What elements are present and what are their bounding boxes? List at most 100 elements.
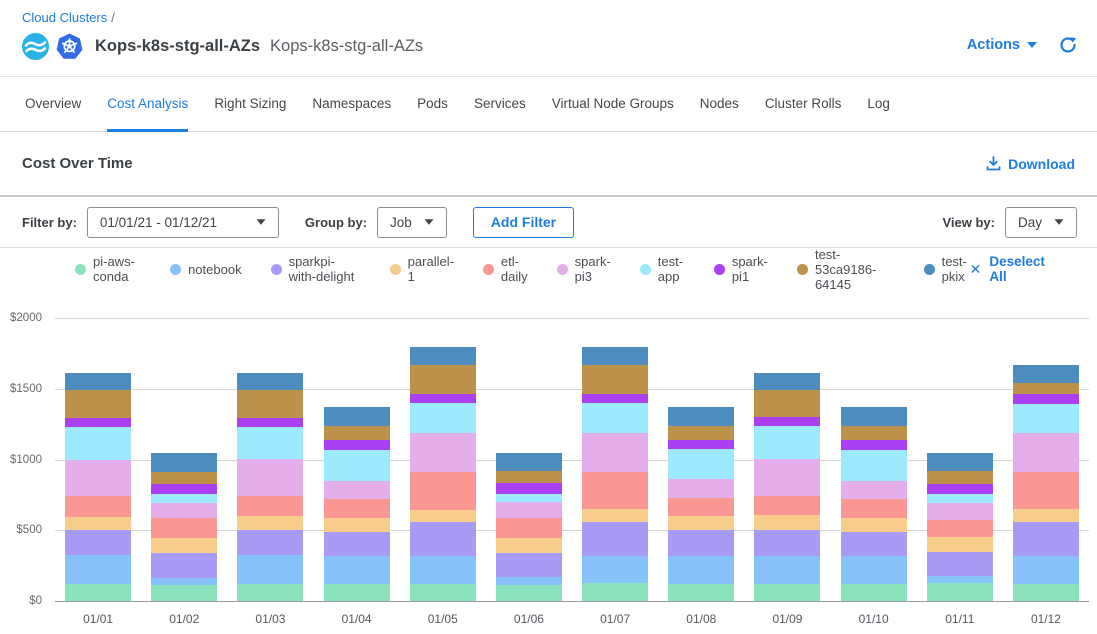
bar-segment-test-pkix[interactable]	[410, 347, 476, 365]
stacked-bar-01-07[interactable]	[582, 318, 648, 601]
bar-segment-spark-pi1[interactable]	[754, 417, 820, 426]
bar-segment-spark-pi1[interactable]	[410, 394, 476, 403]
bar-segment-spark-pi3[interactable]	[496, 502, 562, 518]
bar-segment-sparkpi-with-delight[interactable]	[496, 553, 562, 577]
bar-segment-parallel-1[interactable]	[927, 537, 993, 552]
bar-segment-spark-pi3[interactable]	[841, 481, 907, 499]
bar-segment-test-53ca9186-64145[interactable]	[668, 426, 734, 439]
legend-item-test-pkix[interactable]: test-pkix	[924, 254, 970, 284]
bar-segment-sparkpi-with-delight[interactable]	[410, 522, 476, 555]
bar-segment-etl-daily[interactable]	[151, 518, 217, 538]
bar-segment-test-app[interactable]	[496, 494, 562, 502]
bar-segment-etl-daily[interactable]	[927, 520, 993, 538]
bar-segment-notebook[interactable]	[151, 578, 217, 585]
legend-item-spark-pi3[interactable]: spark-pi3	[557, 254, 611, 284]
stacked-bar-01-02[interactable]	[151, 318, 217, 601]
view-by-select[interactable]: Day	[1005, 207, 1077, 238]
bar-segment-etl-daily[interactable]	[496, 518, 562, 538]
legend-item-parallel-1[interactable]: parallel-1	[390, 254, 454, 284]
deselect-all-button[interactable]: ✕ Deselect All	[970, 254, 1047, 284]
bar-segment-pi-aws-conda[interactable]	[668, 584, 734, 601]
stacked-bar-01-09[interactable]	[754, 318, 820, 601]
stacked-bar-01-01[interactable]	[65, 318, 131, 601]
bar-segment-test-53ca9186-64145[interactable]	[65, 390, 131, 418]
legend-item-pi-aws-conda[interactable]: pi-aws-conda	[75, 254, 141, 284]
bar-segment-spark-pi1[interactable]	[841, 440, 907, 450]
bar-segment-spark-pi3[interactable]	[668, 479, 734, 498]
group-by-select[interactable]: Job	[377, 207, 447, 238]
bar-segment-sparkpi-with-delight[interactable]	[237, 530, 303, 555]
bar-segment-notebook[interactable]	[1013, 556, 1079, 584]
bar-segment-parallel-1[interactable]	[410, 510, 476, 523]
stacked-bar-01-05[interactable]	[410, 318, 476, 601]
bar-segment-pi-aws-conda[interactable]	[582, 583, 648, 601]
bar-segment-test-app[interactable]	[582, 403, 648, 433]
bar-segment-test-app[interactable]	[1013, 404, 1079, 434]
bar-segment-test-app[interactable]	[65, 427, 131, 460]
stacked-bar-01-12[interactable]	[1013, 318, 1079, 601]
bar-segment-spark-pi1[interactable]	[237, 418, 303, 427]
tab-namespaces[interactable]: Namespaces	[312, 96, 391, 132]
bar-segment-test-pkix[interactable]	[754, 373, 820, 391]
bar-segment-parallel-1[interactable]	[237, 516, 303, 530]
bar-segment-spark-pi3[interactable]	[237, 459, 303, 496]
bar-segment-pi-aws-conda[interactable]	[754, 584, 820, 601]
bar-segment-test-app[interactable]	[754, 426, 820, 459]
bar-segment-pi-aws-conda[interactable]	[324, 584, 390, 601]
tab-cluster-rolls[interactable]: Cluster Rolls	[765, 96, 842, 132]
bar-segment-sparkpi-with-delight[interactable]	[65, 530, 131, 555]
bar-segment-notebook[interactable]	[410, 556, 476, 584]
bar-segment-spark-pi1[interactable]	[151, 484, 217, 495]
bar-segment-test-pkix[interactable]	[496, 453, 562, 471]
bar-segment-spark-pi3[interactable]	[65, 460, 131, 497]
bar-segment-notebook[interactable]	[324, 556, 390, 584]
bar-segment-parallel-1[interactable]	[582, 509, 648, 522]
date-range-select[interactable]: 01/01/21 - 01/12/21	[87, 207, 279, 238]
bar-segment-test-pkix[interactable]	[237, 373, 303, 391]
bar-segment-parallel-1[interactable]	[65, 517, 131, 530]
bar-segment-test-pkix[interactable]	[927, 453, 993, 471]
bar-segment-test-app[interactable]	[927, 494, 993, 503]
bar-segment-test-pkix[interactable]	[1013, 365, 1079, 383]
bar-segment-test-app[interactable]	[410, 403, 476, 433]
bar-segment-test-pkix[interactable]	[841, 407, 907, 426]
legend-item-test-53ca9186-64145[interactable]: test-53ca9186-64145	[797, 247, 895, 292]
bar-segment-sparkpi-with-delight[interactable]	[754, 530, 820, 555]
bar-segment-notebook[interactable]	[754, 556, 820, 584]
bar-segment-spark-pi3[interactable]	[1013, 433, 1079, 472]
bar-segment-test-53ca9186-64145[interactable]	[324, 426, 390, 439]
bar-segment-pi-aws-conda[interactable]	[237, 584, 303, 601]
bar-segment-etl-daily[interactable]	[237, 496, 303, 516]
download-button[interactable]: Download	[986, 156, 1075, 172]
bar-segment-spark-pi3[interactable]	[927, 503, 993, 520]
bar-segment-spark-pi1[interactable]	[324, 440, 390, 450]
bar-segment-test-pkix[interactable]	[151, 453, 217, 471]
bar-segment-etl-daily[interactable]	[668, 498, 734, 516]
tab-pods[interactable]: Pods	[417, 96, 448, 132]
bar-segment-test-53ca9186-64145[interactable]	[754, 390, 820, 417]
bar-segment-etl-daily[interactable]	[582, 472, 648, 509]
bar-segment-pi-aws-conda[interactable]	[410, 584, 476, 601]
bar-segment-spark-pi1[interactable]	[496, 483, 562, 494]
legend-item-sparkpi-with-delight[interactable]: sparkpi-with-delight	[271, 254, 361, 284]
bar-segment-spark-pi3[interactable]	[582, 433, 648, 473]
bar-segment-test-53ca9186-64145[interactable]	[237, 390, 303, 418]
bar-segment-etl-daily[interactable]	[1013, 472, 1079, 509]
bar-segment-test-pkix[interactable]	[582, 347, 648, 365]
bar-segment-notebook[interactable]	[582, 556, 648, 584]
bar-segment-spark-pi1[interactable]	[65, 418, 131, 427]
bar-segment-parallel-1[interactable]	[754, 515, 820, 530]
bar-segment-spark-pi1[interactable]	[582, 394, 648, 403]
bar-segment-test-53ca9186-64145[interactable]	[927, 471, 993, 484]
bar-segment-test-53ca9186-64145[interactable]	[1013, 383, 1079, 394]
bar-segment-test-53ca9186-64145[interactable]	[496, 471, 562, 483]
bar-segment-pi-aws-conda[interactable]	[927, 583, 993, 601]
bar-segment-parallel-1[interactable]	[1013, 509, 1079, 522]
bar-segment-parallel-1[interactable]	[324, 518, 390, 533]
bar-segment-parallel-1[interactable]	[496, 538, 562, 553]
breadcrumb-cloud-clusters[interactable]: Cloud Clusters	[22, 10, 107, 25]
bar-segment-notebook[interactable]	[841, 556, 907, 584]
bar-segment-test-53ca9186-64145[interactable]	[410, 365, 476, 393]
tab-log[interactable]: Log	[867, 96, 890, 132]
bar-segment-spark-pi3[interactable]	[410, 433, 476, 472]
